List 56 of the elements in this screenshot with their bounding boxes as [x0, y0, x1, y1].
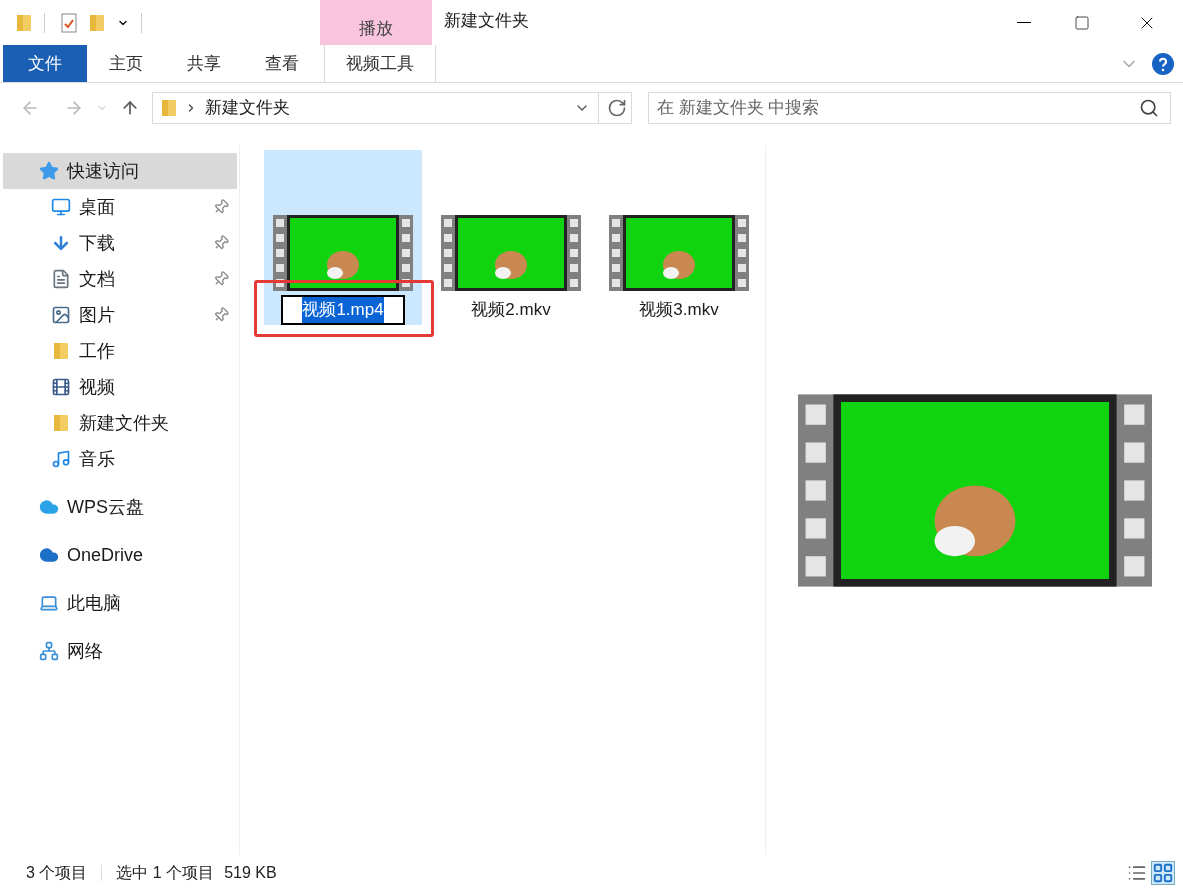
ribbon-tab[interactable]: 主页	[87, 45, 165, 82]
sidebar-item[interactable]: 视频	[3, 369, 237, 405]
sidebar-item[interactable]: 网络	[3, 633, 237, 669]
computer-icon	[39, 593, 59, 613]
window-title: 新建文件夹	[443, 10, 529, 32]
rename-field[interactable]: 视频1.mp4	[281, 295, 405, 325]
file-name: 视频3.mkv	[639, 299, 719, 321]
cloud-icon	[39, 497, 59, 517]
address-bar[interactable]: 新建文件夹	[152, 92, 632, 124]
minimize-icon	[1017, 22, 1031, 23]
music-note-icon	[51, 449, 71, 469]
sidebar-item[interactable]: 工作	[3, 333, 237, 369]
sidebar-item[interactable]: 桌面	[3, 189, 237, 225]
file-item[interactable]: 视频1.mp4	[264, 150, 422, 325]
ribbon-tab[interactable]: 共享	[165, 45, 243, 82]
search-icon	[1139, 98, 1159, 118]
folder-icon	[161, 98, 177, 118]
network-icon	[39, 641, 59, 661]
sidebar-item[interactable]: 新建文件夹	[3, 405, 237, 441]
sidebar-item[interactable]: 此电脑	[3, 585, 237, 621]
folder-icon	[51, 341, 71, 361]
sidebar-item[interactable]: WPS云盘	[3, 489, 237, 525]
folder-icon	[16, 12, 32, 33]
checklist-icon[interactable]	[61, 12, 77, 33]
ribbon-tab[interactable]: 查看	[243, 45, 321, 82]
sidebar-item[interactable]: 快速访问	[3, 153, 237, 189]
details-view-icon[interactable]	[1127, 863, 1147, 883]
sidebar-item[interactable]: 文档	[3, 261, 237, 297]
large-icons-view-icon[interactable]	[1151, 861, 1175, 885]
selection-size: 519 KB	[224, 863, 277, 883]
document-icon	[51, 269, 71, 289]
sidebar-item[interactable]: 下载	[3, 225, 237, 261]
contextual-tab-header: 播放	[320, 0, 432, 45]
picture-icon	[51, 305, 71, 325]
star-icon	[39, 161, 59, 181]
item-count: 3 个项目	[26, 863, 88, 883]
folder-icon	[51, 413, 71, 433]
refresh-icon[interactable]	[607, 98, 627, 118]
file-name: 视频2.mkv	[471, 299, 551, 321]
ribbon-tab[interactable]: 文件	[3, 45, 87, 82]
sidebar-item[interactable]: OneDrive	[3, 537, 237, 573]
maximize-icon	[1074, 14, 1090, 31]
file-item[interactable]: 视频3.mkv	[600, 150, 758, 325]
ribbon-tab[interactable]: 视频工具	[324, 45, 436, 82]
breadcrumb[interactable]: 新建文件夹	[205, 95, 290, 121]
file-item[interactable]: 视频2.mkv	[432, 150, 590, 325]
cloud-icon	[39, 545, 59, 565]
monitor-icon	[51, 197, 71, 217]
search-field[interactable]: 在 新建文件夹 中搜索	[648, 92, 1171, 124]
selection-count: 选中 1 个项目	[116, 863, 215, 883]
folder-icon	[89, 12, 105, 33]
sidebar-item[interactable]: 图片	[3, 297, 237, 333]
film-icon	[51, 377, 71, 397]
down-arrow-icon	[51, 233, 71, 253]
sidebar-item[interactable]: 音乐	[3, 441, 237, 477]
help-icon[interactable]	[1151, 51, 1175, 76]
